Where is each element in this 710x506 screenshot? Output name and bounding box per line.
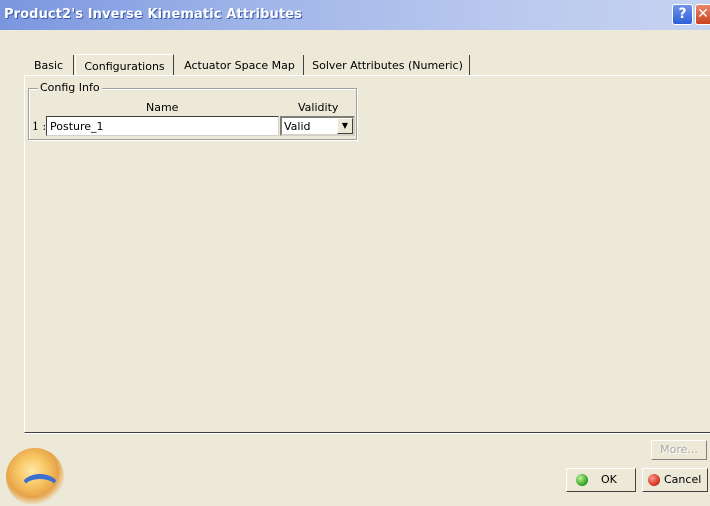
tab-strip: Basic Configurations Actuator Space Map … — [24, 54, 470, 76]
tab-basic[interactable]: Basic — [24, 55, 74, 75]
validity-value: Valid — [284, 120, 311, 133]
app-logo-ring-icon — [20, 474, 60, 504]
cancel-button-label: Cancel — [664, 473, 702, 486]
more-button[interactable]: More... — [651, 440, 707, 460]
chevron-down-icon[interactable]: ▼ — [337, 118, 353, 134]
ok-button-label: OK — [601, 473, 617, 486]
help-icon[interactable]: ? — [672, 4, 693, 25]
tab-actuator-space-map[interactable]: Actuator Space Map — [176, 55, 304, 75]
tab-configurations[interactable]: Configurations — [75, 54, 174, 76]
window-title: Product2's Inverse Kinematic Attributes — [4, 7, 302, 22]
title-bar: Product2's Inverse Kinematic Attributes … — [0, 0, 710, 30]
column-header-validity: Validity — [298, 101, 339, 114]
column-header-name: Name — [146, 101, 179, 114]
panel-divider — [24, 433, 710, 434]
close-icon[interactable]: ✕ — [695, 4, 710, 25]
cancel-button[interactable]: Cancel — [642, 468, 708, 492]
config-info-label: Config Info — [38, 81, 102, 94]
row-index: 1 : — [32, 120, 47, 133]
ok-button[interactable]: OK — [566, 468, 636, 492]
cancel-status-icon — [648, 474, 660, 486]
tab-solver-attributes[interactable]: Solver Attributes (Numeric) — [306, 55, 470, 75]
validity-dropdown[interactable]: Valid ▼ — [280, 116, 355, 136]
configuration-name-field[interactable] — [46, 116, 279, 136]
ok-status-icon — [576, 474, 588, 486]
